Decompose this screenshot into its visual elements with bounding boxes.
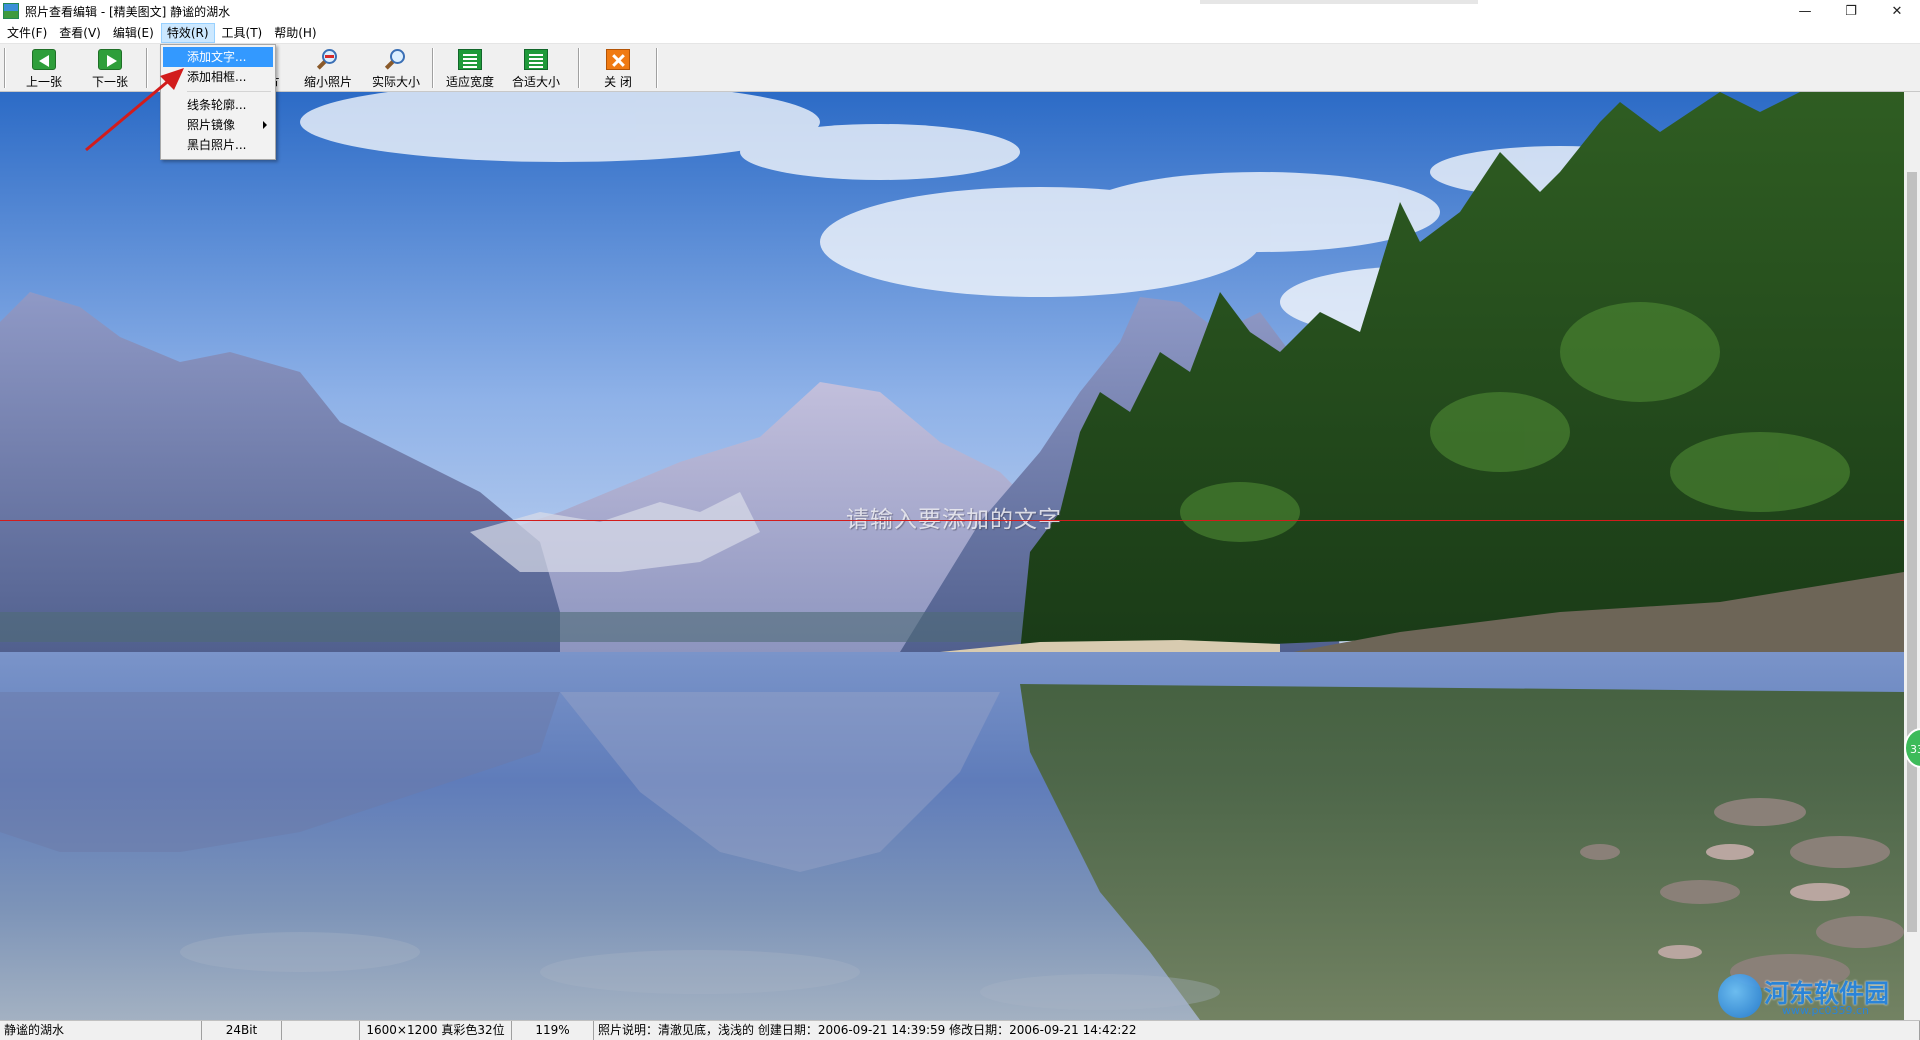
- toolbar-separator: [432, 48, 434, 88]
- fit-width-button[interactable]: 适应宽度: [442, 46, 498, 90]
- status-photo-name: 静谧的湖水: [0, 1021, 202, 1040]
- menu-help[interactable]: 帮助(H): [269, 23, 321, 43]
- menu-item-mirror-label: 照片镜像: [187, 118, 236, 132]
- menu-effects[interactable]: 特效(R): [160, 22, 215, 43]
- restore-icon: ❐: [1845, 3, 1857, 19]
- status-photo-info: 照片说明：清澈见底，浅浅的 创建日期：2006-09-21 14:39:59 修…: [594, 1021, 1920, 1040]
- menu-item-mirror[interactable]: 照片镜像: [163, 115, 273, 135]
- fit-size-button[interactable]: 合适大小: [508, 46, 564, 90]
- add-text-preview[interactable]: 请输入要添加的文字: [846, 500, 1062, 534]
- zoom-out-minus: [325, 55, 334, 58]
- arrow-right-icon: [98, 49, 122, 70]
- fit-width-icon: [458, 49, 482, 70]
- watermark-url: www.pc0359.cn: [1782, 1004, 1870, 1017]
- next-photo-button[interactable]: 下一张: [84, 46, 136, 90]
- text-guide-line: [0, 520, 1904, 521]
- menu-view[interactable]: 查看(V): [54, 23, 106, 43]
- menu-separator: [187, 91, 271, 92]
- photo-canvas[interactable]: [0, 92, 1904, 1020]
- status-bit-depth: 24Bit: [202, 1021, 282, 1040]
- next-photo-label: 下一张: [91, 75, 128, 89]
- magnifier-handle: [384, 60, 395, 70]
- title-bar: 照片查看编辑 - [精美图文] 静谧的湖水 — ❐ ✕: [0, 0, 1920, 22]
- submenu-arrow-icon: [263, 121, 267, 129]
- lake-mountain-photo: [0, 92, 1904, 1020]
- minimize-button[interactable]: —: [1782, 0, 1828, 22]
- vertical-scrollbar[interactable]: [1904, 92, 1920, 1020]
- zoom-out-label: 缩小照片: [303, 75, 352, 89]
- menu-item-add-frame[interactable]: 添加相框...: [163, 67, 273, 87]
- zoom-out-button[interactable]: 缩小照片: [298, 46, 358, 90]
- prev-photo-label: 上一张: [25, 75, 62, 89]
- status-zoom: 119%: [512, 1021, 594, 1040]
- fit-size-label: 合适大小: [511, 75, 560, 89]
- watermark-logo-icon: [1718, 974, 1762, 1018]
- menu-item-line-outline[interactable]: 线条轮廓...: [163, 95, 273, 115]
- status-bar: 静谧的湖水 24Bit 1600×1200 真彩色32位 119% 照片说明：清…: [0, 1020, 1920, 1040]
- toolbar-separator: [146, 48, 148, 88]
- arrow-left-icon: [32, 49, 56, 70]
- magnifier-icon: [384, 49, 408, 70]
- toolbar-separator: [656, 48, 658, 88]
- prev-photo-button[interactable]: 上一张: [18, 46, 70, 90]
- menu-tools[interactable]: 工具(T): [217, 23, 268, 43]
- toolbar-separator: [578, 48, 580, 88]
- menu-edit[interactable]: 编辑(E): [108, 23, 159, 43]
- actual-size-label: 实际大小: [371, 75, 420, 89]
- app-photo-icon: [3, 3, 19, 19]
- menu-bar: 文件(F) 查看(V) 编辑(E) 特效(R) 工具(T) 帮助(H): [0, 22, 1920, 44]
- fit-size-icon: [524, 49, 548, 70]
- close-window-button[interactable]: ✕: [1874, 0, 1920, 22]
- scrollbar-thumb[interactable]: [1907, 172, 1917, 932]
- close-icon: ✕: [1891, 3, 1903, 19]
- fit-width-label: 适应宽度: [445, 75, 494, 89]
- zoom-out-icon: [316, 49, 340, 70]
- title-overlay-strip: [1200, 0, 1478, 4]
- actual-size-button[interactable]: 实际大小: [366, 46, 426, 90]
- toolbar: 上一张 下一张 片 缩小照片 实际大小 适应宽度 合适大小 关 闭: [0, 44, 1920, 92]
- menu-item-black-white[interactable]: 黑白照片...: [163, 135, 273, 155]
- zoom-out-handle: [316, 60, 327, 70]
- status-dimensions: 1600×1200 真彩色32位: [360, 1021, 512, 1040]
- minimize-icon: —: [1798, 3, 1812, 19]
- restore-button[interactable]: ❐: [1828, 0, 1874, 22]
- toolbar-separator: [4, 48, 6, 88]
- close-photo-button[interactable]: 关 闭: [596, 46, 640, 90]
- menu-item-add-text[interactable]: 添加文字...: [163, 47, 273, 67]
- menu-file[interactable]: 文件(F): [2, 23, 52, 43]
- status-spacer: [282, 1021, 360, 1040]
- site-watermark: 河东软件园 www.pc0359.cn: [1718, 972, 1908, 1020]
- close-x-icon: [606, 49, 630, 70]
- window-title: 照片查看编辑 - [精美图文] 静谧的湖水: [25, 4, 231, 19]
- close-photo-label: 关 闭: [604, 75, 632, 89]
- window-controls: — ❐ ✕: [1782, 0, 1920, 22]
- effects-dropdown-menu: 添加文字... 添加相框... 线条轮廓... 照片镜像 黑白照片...: [160, 44, 276, 160]
